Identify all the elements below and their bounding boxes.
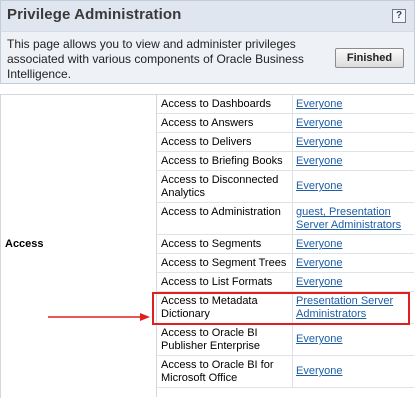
assigned-accounts-link[interactable]: Everyone: [296, 98, 411, 111]
table-row: Access to Administration guest, Presentat…: [157, 203, 414, 235]
assigned-accounts-link[interactable]: Everyone: [296, 238, 411, 251]
assigned-accounts-link[interactable]: Everyone: [296, 136, 411, 149]
table-row: Access to List Formats Everyone: [157, 273, 414, 292]
page-title: Privilege Administration: [7, 6, 182, 23]
table-row: Access to Dashboards Everyone: [157, 95, 414, 114]
privilege-label: Access to Administration: [161, 206, 281, 218]
privilege-label: Access to Dashboards: [161, 98, 272, 110]
group-label: Access: [5, 238, 44, 250]
column-divider: [292, 273, 293, 291]
assigned-accounts-link[interactable]: Presentation Server Administrators: [296, 295, 411, 321]
column-divider: [292, 324, 293, 355]
privilege-label: Access to Metadata Dictionary: [161, 295, 258, 320]
page-header: Privilege Administration ?: [0, 0, 415, 31]
help-icon[interactable]: ?: [392, 9, 406, 23]
assigned-accounts-link[interactable]: Everyone: [296, 257, 411, 270]
column-divider: [292, 152, 293, 170]
privilege-label: Access to Delivers: [161, 136, 252, 148]
assigned-accounts-link[interactable]: Everyone: [296, 117, 411, 130]
privilege-label: Access to Oracle BI for Microsoft Office: [161, 359, 274, 384]
privilege-label: Access to Answers: [161, 117, 254, 129]
table-row: Access to Oracle BI Publisher Enterprise…: [157, 324, 414, 356]
column-divider: [292, 235, 293, 253]
table-row: Access to Segments Everyone: [157, 235, 414, 254]
privilege-table: Access Access to Dashboards Everyone Acces…: [0, 94, 414, 398]
finished-button[interactable]: Finished: [335, 48, 404, 68]
table-row: Access to Briefing Books Everyone: [157, 152, 414, 171]
table-row: Access to Disconnected Analytics Everyone: [157, 171, 414, 203]
privilege-rows: Access to Dashboards Everyone Access to An…: [157, 95, 414, 388]
assigned-accounts-link[interactable]: Everyone: [296, 276, 411, 289]
privilege-label: Access to List Formats: [161, 276, 273, 288]
privilege-label: Access to Briefing Books: [161, 155, 283, 167]
privilege-label: Access to Segment Trees: [161, 257, 287, 269]
description-panel: This page allows you to view and adminis…: [0, 31, 415, 84]
column-divider: [292, 292, 293, 323]
assigned-accounts-link[interactable]: Everyone: [296, 365, 411, 378]
table-row: Access to Answers Everyone: [157, 114, 414, 133]
description-text: This page allows you to view and adminis…: [7, 37, 304, 81]
table-row: Access to Segment Trees Everyone: [157, 254, 414, 273]
column-divider: [292, 133, 293, 151]
table-row: Access to Delivers Everyone: [157, 133, 414, 152]
group-cell: Access: [1, 95, 157, 397]
privilege-label: Access to Oracle BI Publisher Enterprise: [161, 327, 261, 352]
column-divider: [292, 171, 293, 202]
table-row: Access to Metadata Dictionary Presentatio…: [157, 292, 414, 324]
assigned-accounts-link[interactable]: Everyone: [296, 155, 411, 168]
column-divider: [292, 203, 293, 234]
privilege-label: Access to Disconnected Analytics: [161, 174, 279, 199]
column-divider: [292, 254, 293, 272]
assigned-accounts-link[interactable]: Everyone: [296, 333, 411, 346]
privilege-label: Access to Segments: [161, 238, 262, 250]
assigned-accounts-link[interactable]: guest, Presentation Server Administrator…: [296, 206, 411, 232]
table-row: Access to Oracle BI for Microsoft Office…: [157, 356, 414, 388]
assigned-accounts-link[interactable]: Everyone: [296, 180, 411, 193]
column-divider: [292, 95, 293, 113]
column-divider: [292, 356, 293, 387]
column-divider: [292, 114, 293, 132]
